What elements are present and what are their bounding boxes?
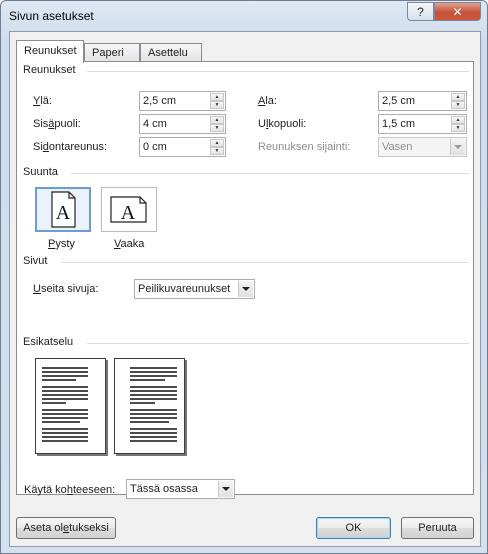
- group-divider: [87, 71, 469, 72]
- spin-down-icon[interactable]: ▼: [451, 101, 465, 109]
- spin-up-icon[interactable]: ▲: [451, 93, 465, 101]
- spin-up-icon[interactable]: ▲: [210, 93, 224, 101]
- inside-margin-value: 4 cm: [143, 118, 167, 130]
- preview-left-page: [35, 358, 106, 454]
- spin-down-icon[interactable]: ▼: [210, 147, 224, 155]
- svg-text:A: A: [56, 202, 71, 224]
- top-margin-spinner[interactable]: 2,5 cm ▲ ▼: [139, 91, 226, 111]
- tab-panel-margins: Reunukset Ylä: 2,5 cm ▲ ▼ Ala: 2,5 cm ▲ …: [16, 61, 474, 499]
- ok-button[interactable]: OK: [316, 517, 391, 539]
- preview-group-title: Esikatselu: [23, 336, 78, 348]
- landscape-label: Vaaka: [114, 238, 145, 250]
- close-icon: ✕: [452, 4, 463, 19]
- dialog-body: Reunukset Paperi Asettelu Reunukset Ylä:…: [9, 31, 481, 547]
- chevron-down-icon[interactable]: [218, 481, 233, 497]
- landscape-page-icon: A: [110, 196, 147, 224]
- help-icon: ?: [417, 4, 424, 19]
- bottom-margin-spinner[interactable]: 2,5 cm ▲ ▼: [378, 91, 467, 111]
- set-default-button[interactable]: Aseta ol e tukseksi: [16, 517, 116, 539]
- spin-down-icon[interactable]: ▼: [451, 124, 465, 132]
- title-bar[interactable]: Sivun asetukset ? ✕: [1, 1, 487, 31]
- group-divider: [71, 173, 469, 174]
- gutter-value: 0 cm: [143, 141, 167, 153]
- svg-text:A: A: [121, 202, 136, 224]
- top-margin-value: 2,5 cm: [143, 95, 177, 107]
- landscape-option[interactable]: A: [101, 187, 157, 232]
- close-button[interactable]: ✕: [434, 2, 481, 21]
- outside-margin-spinner[interactable]: 1,5 cm ▲ ▼: [378, 114, 467, 134]
- preview-lines-icon: [42, 367, 88, 442]
- spinner-arrows: ▲ ▼: [210, 93, 224, 109]
- window-title: Sivun asetukset: [9, 9, 94, 23]
- help-button[interactable]: ?: [407, 2, 434, 21]
- page-setup-dialog: Sivun asetukset ? ✕ Reunukset Paperi Ase…: [0, 0, 488, 554]
- group-divider: [61, 262, 469, 263]
- spin-up-icon[interactable]: ▲: [451, 116, 465, 124]
- bottom-margin-label: Ala:: [258, 95, 277, 107]
- cancel-button[interactable]: Peruuta: [401, 517, 474, 539]
- spinner-arrows: ▲ ▼: [451, 93, 465, 109]
- top-margin-label: Ylä:: [33, 95, 52, 107]
- tab-paper[interactable]: Paperi: [84, 43, 140, 62]
- spin-up-icon[interactable]: ▲: [210, 116, 224, 124]
- bottom-margin-value: 2,5 cm: [382, 95, 416, 107]
- multiple-pages-select[interactable]: Peilikuvareunukset: [134, 279, 255, 299]
- apply-to-select[interactable]: Tässä osassa: [126, 479, 235, 499]
- spinner-arrows: ▲ ▼: [451, 116, 465, 132]
- portrait-label: Pysty: [48, 238, 75, 250]
- preview-right-page: [114, 358, 185, 454]
- multiple-pages-label: Useita sivuja:: [33, 283, 99, 295]
- margins-group-title: Reunukset: [23, 64, 80, 76]
- chevron-down-icon: [450, 139, 465, 155]
- spin-up-icon[interactable]: ▲: [210, 139, 224, 147]
- preview-lines-icon: [130, 367, 177, 442]
- gutter-position-select: Vasen: [378, 137, 467, 157]
- chevron-down-icon[interactable]: [238, 281, 253, 297]
- spin-down-icon[interactable]: ▼: [210, 101, 224, 109]
- tab-layout[interactable]: Asettelu: [140, 43, 202, 62]
- spin-down-icon[interactable]: ▼: [210, 124, 224, 132]
- gutter-label: Sidontareunus:: [33, 141, 108, 153]
- spinner-arrows: ▲ ▼: [210, 139, 224, 155]
- multiple-pages-value: Peilikuvareunukset: [138, 283, 231, 295]
- outside-margin-label: Ulkopuoli:: [258, 118, 307, 130]
- inside-margin-spinner[interactable]: 4 cm ▲ ▼: [139, 114, 226, 134]
- spinner-arrows: ▲ ▼: [210, 116, 224, 132]
- apply-to-label: Käytä kohteeseen:: [24, 484, 116, 496]
- portrait-page-icon: A: [51, 191, 76, 228]
- portrait-option[interactable]: A: [35, 187, 91, 232]
- pages-group-title: Sivut: [23, 255, 52, 267]
- inside-margin-label: Sisäpuoli:: [33, 118, 81, 130]
- gutter-spinner[interactable]: 0 cm ▲ ▼: [139, 137, 226, 157]
- tab-margins[interactable]: Reunukset: [16, 40, 84, 63]
- gutter-position-label: Reunuksen sijainti:: [258, 141, 351, 153]
- group-divider: [87, 343, 469, 344]
- apply-to-value: Tässä osassa: [130, 483, 198, 495]
- outside-margin-value: 1,5 cm: [382, 118, 416, 130]
- gutter-position-value: Vasen: [382, 141, 413, 153]
- orientation-group-title: Suunta: [23, 166, 62, 178]
